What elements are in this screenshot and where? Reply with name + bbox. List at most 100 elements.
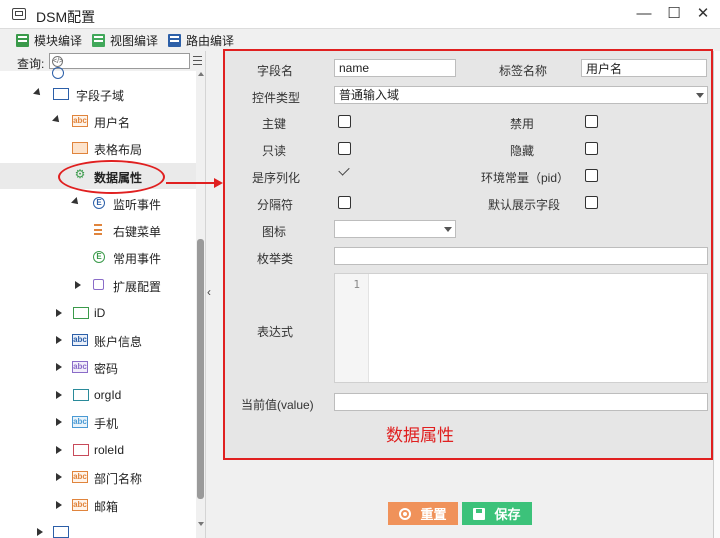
tree-label: roleId [94,443,125,457]
scroll-up-icon[interactable] [198,72,204,76]
highlight-arrow-line [166,182,218,184]
serialize-checkbox[interactable] [338,164,350,176]
close-button[interactable]: ✕ [691,3,715,25]
collapse-arrow-icon[interactable] [56,391,62,399]
field-name-input[interactable] [334,59,456,77]
field-icon [73,389,89,401]
collapse-arrow-icon[interactable] [75,281,81,289]
tree-label: 监听事件 [113,198,162,212]
editor-gutter: 1 [335,274,369,382]
collapse-arrow-icon[interactable] [56,473,62,481]
view-compile-button[interactable]: 视图编译 [92,32,158,49]
disabled-label: 禁用 [510,117,535,131]
save-button[interactable]: 保存 [462,502,532,525]
tree-item-orgid[interactable]: orgId [0,382,196,408]
scroll-thumb[interactable] [197,239,204,499]
tree-scrollbar[interactable] [196,71,205,538]
expand-arrow-icon[interactable] [52,115,62,125]
tree-label: 部门名称 [94,472,143,486]
tree-item-context-menu[interactable]: 右键菜单 [0,217,196,243]
tree-item-password[interactable]: abc 密码 [0,354,196,380]
collapse-arrow-icon[interactable] [56,336,62,344]
abc-icon: abc [72,416,88,428]
separator-checkbox[interactable] [338,196,351,209]
tree-label: 字段子域 [76,89,125,103]
tree-label: 账户信息 [94,335,143,349]
tree-label: 邮箱 [94,500,119,514]
primary-key-checkbox[interactable] [338,115,351,128]
primary-key-label: 主键 [262,117,287,131]
reset-button[interactable]: 重置 [388,502,458,525]
tree-label: 常用事件 [113,252,162,266]
tree-item-department[interactable]: abc 部门名称 [0,464,196,490]
maximize-button[interactable]: ☐ [662,3,686,25]
field-domain-icon [53,88,69,100]
default-display-label: 默认展示字段 [488,198,561,212]
tag-name-label: 标签名称 [499,64,548,78]
tree-item-listen-events[interactable]: E 监听事件 [0,190,196,216]
current-value-input[interactable] [334,393,708,411]
readonly-checkbox[interactable] [338,142,351,155]
minimize-button[interactable]: — [632,3,656,25]
route-compile-label: 路由编译 [186,34,235,48]
env-const-checkbox[interactable] [585,169,598,182]
expand-arrow-icon[interactable] [71,197,81,207]
tree-label: iD [94,306,106,320]
reset-icon [399,507,412,520]
control-type-value: 普通输入域 [339,88,400,102]
icon-select[interactable] [334,220,456,238]
event-icon: E [93,197,105,209]
tree-item-field-domain[interactable]: 字段子域 [0,81,196,107]
tree-item-email[interactable]: abc 邮箱 [0,492,196,518]
module-compile-button[interactable]: 模块编译 [16,32,82,49]
panel-collapse-handle[interactable]: ‹ [206,51,216,538]
filter-icon[interactable] [193,56,202,65]
chevron-down-icon [444,227,452,232]
tag-name-input[interactable] [581,59,707,77]
field-name-label: 字段名 [257,64,294,78]
tree-item-account-info[interactable]: abc 账户信息 [0,327,196,353]
tree-item-common-events[interactable]: E 常用事件 [0,244,196,270]
collapse-arrow-icon[interactable] [56,363,62,371]
hidden-checkbox[interactable] [585,142,598,155]
tree-item-roleid[interactable]: roleId [0,437,196,463]
collapse-arrow-icon[interactable] [56,309,62,317]
chevron-left-icon[interactable]: ‹ [207,285,211,299]
scroll-down-icon[interactable] [198,522,204,526]
control-type-select[interactable]: 普通输入域 [334,86,708,104]
current-value-label: 当前值(value) [241,398,314,412]
chevron-down-icon [696,93,704,98]
tree-item-phone[interactable]: abc 手机 [0,409,196,435]
tree-item-table-layout[interactable]: 表格布局 [0,135,196,161]
tree-item-partial-bottom[interactable] [0,519,196,538]
save-label: 保存 [494,507,521,522]
puzzle-icon [93,279,104,290]
collapse-arrow-icon[interactable] [56,446,62,454]
collapse-arrow-icon[interactable] [37,528,43,536]
tree-label: orgId [94,388,122,402]
route-compile-button[interactable]: 路由编译 [168,32,234,49]
highlight-oval [58,160,165,194]
disabled-checkbox[interactable] [585,115,598,128]
window-title: DSM配置 [36,9,96,25]
expression-editor[interactable]: 1 [334,273,708,383]
env-const-label: 环境常量（pid） [481,171,570,185]
field-icon [73,444,89,456]
tree-item-id[interactable]: iD [0,300,196,326]
collapse-arrow-icon[interactable] [56,501,62,509]
tree-item-username[interactable]: abc 用户名 [0,108,196,134]
readonly-label: 只读 [262,144,287,158]
collapse-arrow-icon[interactable] [56,418,62,426]
event-icon [52,67,64,79]
reset-label: 重置 [420,507,447,522]
highlight-arrow-head [214,178,223,188]
icon-label: 图标 [262,225,287,239]
tree-label: 密码 [94,362,119,376]
abc-icon: abc [72,471,88,483]
enum-input[interactable] [334,247,708,265]
serialize-label: 是序列化 [252,171,301,185]
tree-item-extension-config[interactable]: 扩展配置 [0,272,196,298]
default-display-checkbox[interactable] [585,196,598,209]
table-layout-icon [72,142,88,154]
expand-arrow-icon[interactable] [33,88,43,98]
